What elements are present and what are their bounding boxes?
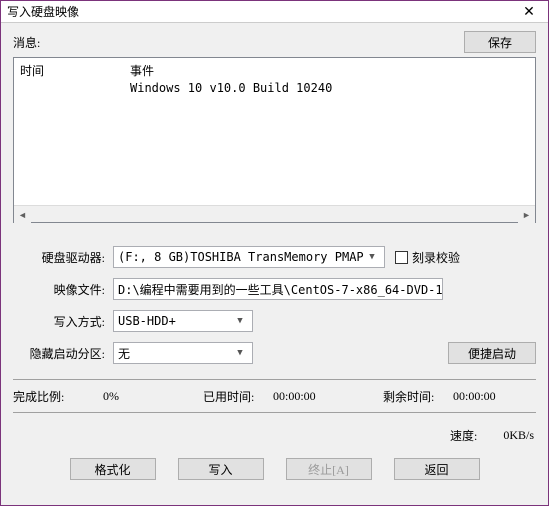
write-button[interactable]: 写入 [178,458,264,480]
horizontal-scrollbar[interactable]: ◄ ► [14,205,535,222]
log-column-event: 事件 [130,62,529,79]
action-buttons: 格式化 写入 终止[A] 返回 [13,458,536,480]
form-area: 硬盘驱动器: (F:, 8 GB)TOSHIBA TransMemory PMA… [13,245,536,373]
method-label: 写入方式: [13,313,113,330]
window-title: 写入硬盘映像 [7,3,79,20]
method-select[interactable]: USB-HDD+ ▼ [113,310,253,332]
abort-button[interactable]: 终止[A] [286,458,372,480]
drive-label: 硬盘驱动器: [13,249,113,266]
hidden-select-value: 无 [118,345,130,362]
verify-checkbox[interactable]: 刻录校验 [395,249,460,266]
log-list: 时间 事件 Windows 10 v10.0 Build 10240 ◄ ► [13,57,536,223]
drive-select[interactable]: (F:, 8 GB)TOSHIBA TransMemory PMAP ▼ [113,246,385,268]
speed-label: 速度: [450,427,477,444]
drive-select-value: (F:, 8 GB)TOSHIBA TransMemory PMAP [118,250,364,264]
log-entry: Windows 10 v10.0 Build 10240 [130,81,529,95]
hidden-label: 隐藏启动分区: [13,345,113,362]
elapsed-value: 00:00:00 [273,389,383,404]
verify-checkbox-label: 刻录校验 [412,249,460,266]
chevron-down-icon: ▼ [232,316,248,326]
scroll-right-icon[interactable]: ► [518,206,535,223]
save-button[interactable]: 保存 [464,31,536,53]
checkbox-box [395,251,408,264]
separator [13,412,536,413]
done-label: 完成比例: [13,388,103,405]
content-area: 消息: 保存 时间 事件 Windows 10 v10.0 Build 1024… [1,23,548,505]
close-icon[interactable]: ✕ [510,1,548,23]
image-path-field[interactable]: D:\编程中需要用到的一些工具\CentOS-7-x86_64-DVD-1511… [113,278,443,300]
hidden-select[interactable]: 无 ▼ [113,342,253,364]
progress-stats: 完成比例: 0% 已用时间: 00:00:00 剩余时间: 00:00:00 [13,386,536,406]
done-value: 0% [103,389,203,404]
back-button[interactable]: 返回 [394,458,480,480]
dialog-window: 写入硬盘映像 ✕ 消息: 保存 时间 事件 Windows 10 v10.0 B… [0,0,549,506]
scroll-left-icon[interactable]: ◄ [14,206,31,223]
portable-boot-button[interactable]: 便捷启动 [448,342,536,364]
chevron-down-icon: ▼ [232,348,248,358]
elapsed-label: 已用时间: [203,388,273,405]
speed-value: 0KB/s [503,428,534,443]
titlebar: 写入硬盘映像 ✕ [1,1,548,23]
messages-label: 消息: [13,34,40,51]
remain-value: 00:00:00 [453,389,496,404]
scroll-track[interactable] [31,206,518,222]
log-column-time: 时间 [20,62,130,79]
chevron-down-icon: ▼ [364,252,380,262]
remain-label: 剩余时间: [383,388,453,405]
format-button[interactable]: 格式化 [70,458,156,480]
image-path-value: D:\编程中需要用到的一些工具\CentOS-7-x86_64-DVD-1511… [118,281,443,298]
separator [13,379,536,380]
method-select-value: USB-HDD+ [118,314,176,328]
image-label: 映像文件: [13,281,113,298]
